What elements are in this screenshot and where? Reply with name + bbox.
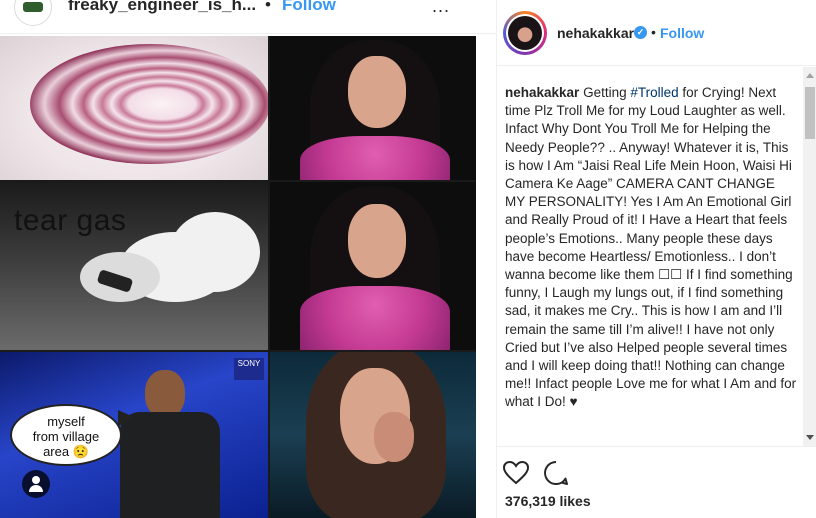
scroll-down-arrow-icon[interactable]: [806, 435, 814, 440]
meme-panel-onion: [0, 36, 268, 180]
profile-logo-icon: [23, 2, 43, 12]
scroll-up-arrow-icon[interactable]: [806, 73, 814, 78]
speech-bubble: myself from village area 😟: [10, 404, 122, 466]
meme-panel-smiling-2: [270, 182, 476, 350]
meme-panel-contestant: myself from village area 😟 SONY: [0, 352, 268, 518]
caption-text: for Crying! Next time Plz Troll Me for m…: [505, 85, 797, 410]
speech-line-3: area 😟: [43, 444, 89, 459]
follow-button[interactable]: Follow: [660, 25, 704, 41]
channel-logo: SONY: [234, 358, 264, 380]
background-follow-button[interactable]: Follow: [282, 0, 336, 15]
scroll-thumb[interactable]: [805, 87, 815, 139]
meme-panel-crying: [270, 352, 476, 518]
post-caption: nehakakkar Getting #Trolled for Crying! …: [505, 84, 797, 412]
post-sidebar: nehakakkar ✓ • Follow nehakakkar Getting…: [496, 0, 816, 518]
background-post-header: freaky_engineer_is_h... • Follow ...: [0, 0, 500, 34]
likes-count[interactable]: 376,319 likes: [505, 493, 591, 509]
post-image[interactable]: tear gas myself from village area 😟 SONY: [0, 36, 496, 518]
contestant-body: [120, 412, 220, 518]
caption-username[interactable]: nehakakkar: [505, 85, 579, 100]
post-actions: 376,319 likes: [497, 446, 816, 518]
heart-icon[interactable]: [502, 460, 530, 485]
user-tag-icon[interactable]: [22, 470, 50, 498]
caption-hashtag[interactable]: #Trolled: [630, 85, 678, 100]
meme-panel-tear-gas: tear gas: [0, 182, 268, 350]
speech-bubble-tail: [118, 410, 136, 426]
comment-icon[interactable]: [543, 460, 569, 486]
avatar-photo: [508, 16, 542, 50]
author-username[interactable]: nehakakkar: [557, 25, 634, 41]
verified-badge-icon: ✓: [634, 26, 647, 39]
separator-dot: •: [651, 24, 656, 40]
onion-image: [30, 44, 268, 164]
comments-area[interactable]: nehakakkar Getting #Trolled for Crying! …: [497, 67, 816, 446]
background-post-avatar[interactable]: [14, 0, 52, 26]
more-options-icon[interactable]: ...: [432, 0, 450, 17]
separator-dot: •: [265, 0, 271, 14]
caption-text-start: Getting: [579, 85, 631, 100]
tear-gas-label: tear gas: [14, 204, 127, 237]
author-avatar[interactable]: [503, 11, 547, 55]
speech-line-2: from village: [32, 429, 100, 444]
contestant-head: [145, 370, 185, 418]
caption-scrollbar[interactable]: [803, 67, 816, 446]
background-post-username[interactable]: freaky_engineer_is_h...: [68, 0, 256, 15]
speech-line-1: myself: [47, 414, 85, 429]
meme-panel-smiling-1: [270, 36, 476, 180]
post-header: nehakakkar ✓ • Follow: [497, 0, 816, 66]
